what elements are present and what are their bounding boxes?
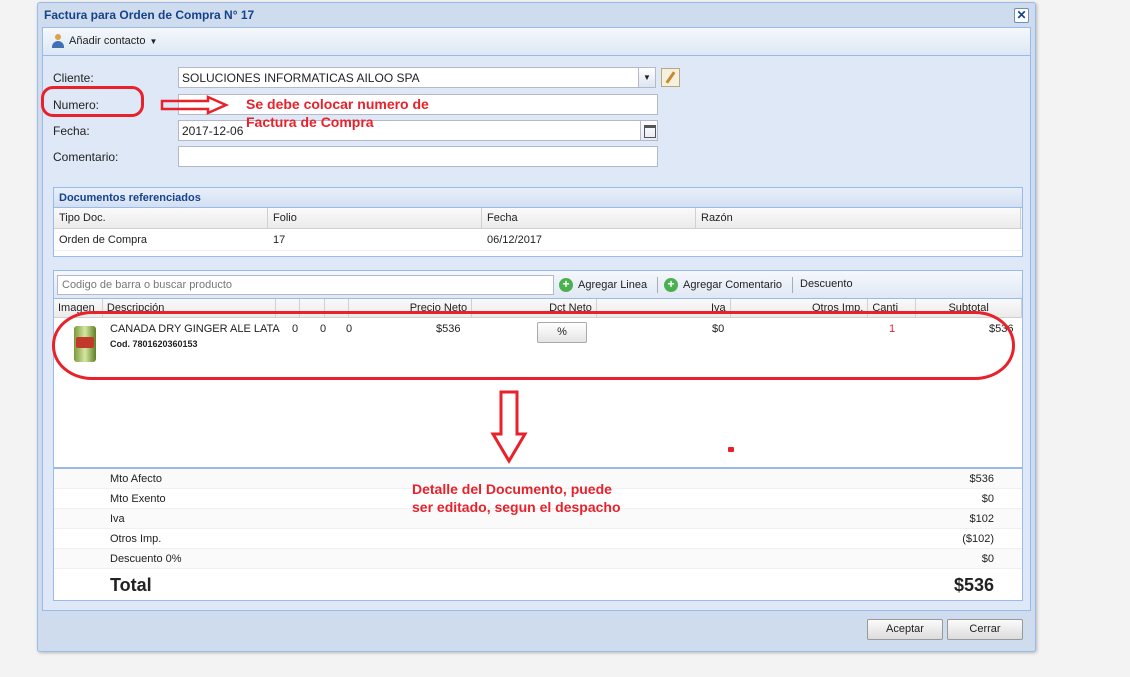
descuento-label: Descuento 0%: [110, 553, 182, 565]
plus-icon: +: [664, 278, 678, 292]
descuento-value: $0: [981, 553, 994, 565]
col-razon[interactable]: Razón: [696, 208, 1021, 228]
col-folio[interactable]: Folio: [268, 208, 482, 228]
referenced-docs-header: Tipo Doc. Folio Fecha Razón: [54, 208, 1022, 229]
products-toolbar: Codigo de barra o buscar producto + Agre…: [54, 271, 1022, 299]
numero-highlight-oval: [41, 86, 144, 117]
chevron-down-icon: ▼: [149, 36, 158, 46]
fecha-label: Fecha:: [53, 124, 90, 138]
discount-button[interactable]: Descuento: [800, 278, 853, 290]
iva-label: Iva: [110, 513, 125, 525]
col-fecha[interactable]: Fecha: [482, 208, 696, 228]
cell-razon: [696, 229, 1021, 250]
chevron-down-icon[interactable]: ▼: [638, 68, 655, 87]
accept-button[interactable]: Aceptar: [867, 619, 943, 640]
right-arrow-icon: [160, 95, 230, 115]
person-icon: [51, 34, 65, 48]
calendar-icon[interactable]: [640, 121, 657, 140]
add-comment-label: Agregar Comentario: [683, 279, 783, 291]
numero-annotation-line1: Se debe colocar numero de: [246, 96, 429, 112]
total-label: Total: [110, 575, 152, 595]
detail-annotation-line2: ser editado, segun el despacho: [412, 499, 621, 515]
product-row-highlight-oval: [52, 311, 1015, 380]
cancel-button[interactable]: Cerrar: [947, 619, 1023, 640]
grand-total-row: Total $536: [54, 569, 1022, 601]
detail-annotation-line1: Detalle del Documento, puede: [412, 481, 612, 497]
referenced-docs-panel: Documentos referenciados Tipo Doc. Folio…: [53, 187, 1023, 257]
cell-fecha: 06/12/2017: [487, 234, 543, 246]
cliente-value: SOLUCIONES INFORMATICAS AILOO SPA: [182, 71, 420, 85]
total-descuento-row: Descuento 0% $0: [54, 549, 1022, 569]
exento-label: Mto Exento: [110, 493, 166, 505]
total-value: $536: [953, 575, 994, 595]
otros-value: ($102): [962, 533, 994, 545]
otros-label: Otros Imp.: [110, 533, 162, 545]
fecha-value: 2017-12-06: [182, 124, 244, 138]
numero-annotation-line2: Factura de Compra: [246, 114, 374, 130]
window-toolbar: Añadir contacto ▼: [43, 28, 1030, 56]
discount-label: Descuento: [800, 278, 853, 290]
col-tipo-doc[interactable]: Tipo Doc.: [54, 208, 268, 228]
cliente-select[interactable]: SOLUCIONES INFORMATICAS AILOO SPA ▼: [178, 67, 656, 88]
cell-folio: 17: [273, 234, 286, 246]
total-otros-row: Otros Imp. ($102): [54, 529, 1022, 549]
add-contact-button[interactable]: Añadir contacto ▼: [51, 34, 157, 48]
toolbar-separator: [657, 277, 658, 293]
comentario-label: Comentario:: [53, 150, 119, 164]
cliente-label: Cliente:: [53, 71, 94, 85]
add-line-label: Agregar Linea: [578, 279, 648, 291]
table-row[interactable]: Orden de Compra 17 06/12/2017: [54, 229, 1022, 251]
window-title: Factura para Orden de Compra N° 17: [44, 8, 255, 22]
comentario-input[interactable]: [178, 146, 658, 167]
afecto-label: Mto Afecto: [110, 473, 162, 485]
detail-annotation: Detalle del Documento, puede ser editado…: [412, 480, 621, 516]
close-icon[interactable]: ✕: [1014, 8, 1029, 23]
annotation-dot: [728, 447, 734, 452]
iva-value: $102: [969, 513, 994, 525]
referenced-docs-title: Documentos referenciados: [54, 188, 1022, 208]
edit-client-icon[interactable]: [661, 68, 680, 87]
down-arrow-icon: [490, 390, 528, 464]
toolbar-separator: [792, 277, 793, 293]
afecto-value: $536: [969, 473, 994, 485]
add-contact-label: Añadir contacto: [69, 35, 146, 47]
add-line-button[interactable]: + Agregar Linea: [559, 278, 647, 292]
cell-tipo-doc: Orden de Compra: [59, 234, 148, 246]
product-search-input[interactable]: Codigo de barra o buscar producto: [57, 275, 554, 295]
numero-annotation: Se debe colocar numero de Factura de Com…: [246, 95, 429, 131]
exento-value: $0: [981, 493, 994, 505]
add-comment-button[interactable]: + Agregar Comentario: [664, 278, 782, 292]
plus-icon: +: [559, 278, 573, 292]
